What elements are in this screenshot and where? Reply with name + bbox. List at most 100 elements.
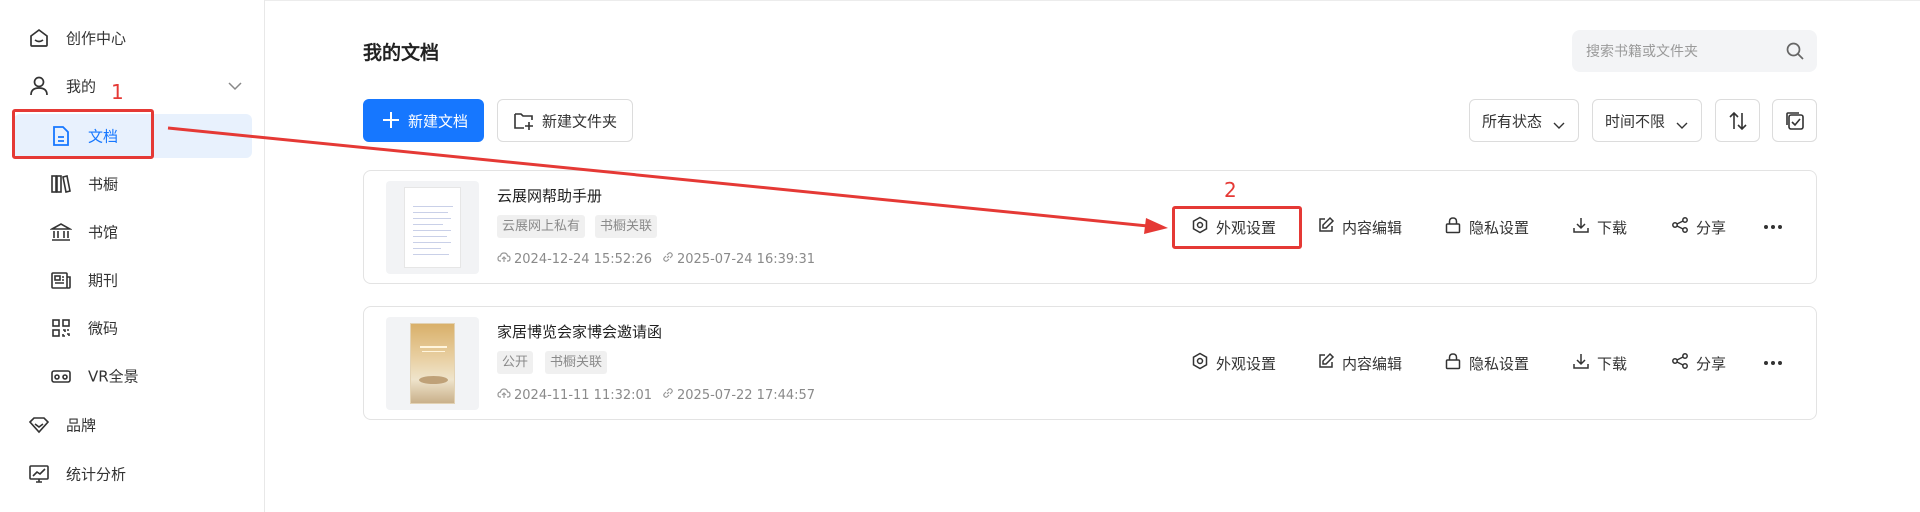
download-label: 下载 xyxy=(1597,218,1628,237)
sidebar-item-vr[interactable]: VR全景 xyxy=(0,354,265,398)
vr-icon xyxy=(49,364,73,388)
chevron-down-icon[interactable] xyxy=(227,77,243,95)
appearance-settings-button[interactable]: 外观设置 xyxy=(1191,348,1276,378)
annotation-number-step-1: 1 xyxy=(111,80,124,104)
created-time: 2024-11-11 11:32:01 xyxy=(497,387,652,403)
document-title[interactable]: 家居博览会家博会邀请函 xyxy=(497,321,662,342)
qrcode-icon xyxy=(49,316,73,340)
privacy-settings-button[interactable]: 隐私设置 xyxy=(1444,348,1529,378)
sort-icon xyxy=(1727,110,1749,136)
download-button[interactable]: 下载 xyxy=(1572,212,1627,242)
sidebar-item-label: 创作中心 xyxy=(66,29,127,48)
chart-icon xyxy=(27,462,51,486)
time-filter-dropdown[interactable]: 时间不限 xyxy=(1592,99,1702,142)
sidebar-item-label: VR全景 xyxy=(88,367,139,386)
privacy-settings-label: 隐私设置 xyxy=(1469,218,1530,237)
plus-icon xyxy=(381,110,401,134)
bookshelf-tag: 书橱关联 xyxy=(545,351,608,374)
content-edit-label: 内容编辑 xyxy=(1342,354,1403,373)
new-document-label: 新建文档 xyxy=(408,112,469,130)
batch-select-button[interactable] xyxy=(1772,99,1817,142)
document-thumbnail[interactable] xyxy=(386,181,479,274)
status-tag: 云展网上私有 xyxy=(497,215,586,238)
document-title[interactable]: 云展网帮助手册 xyxy=(497,185,602,206)
user-icon xyxy=(27,74,51,98)
share-icon xyxy=(1671,216,1689,238)
sort-button[interactable] xyxy=(1715,99,1760,142)
document-thumbnail-cover xyxy=(410,323,455,404)
chevron-down-icon xyxy=(1553,116,1565,134)
sidebar-item-bookshelf[interactable]: 书橱 xyxy=(0,162,265,206)
updated-time-value: 2025-07-24 16:39:31 xyxy=(677,251,816,267)
content-edit-button[interactable]: 内容编辑 xyxy=(1317,348,1402,378)
share-button[interactable]: 分享 xyxy=(1671,212,1726,242)
annotation-box-step-1 xyxy=(12,109,154,159)
share-label: 分享 xyxy=(1696,354,1727,373)
sidebar-item-label: 统计分析 xyxy=(66,465,127,484)
time-filter-label: 时间不限 xyxy=(1605,112,1666,130)
home-icon xyxy=(27,26,51,50)
sidebar-item-library[interactable]: 书馆 xyxy=(0,210,265,254)
library-icon xyxy=(49,220,73,244)
cloud-upload-icon xyxy=(497,387,511,403)
diamond-icon xyxy=(27,413,51,437)
sidebar-item-label: 书馆 xyxy=(88,223,119,242)
link-icon xyxy=(662,251,674,267)
download-icon xyxy=(1572,352,1590,374)
lock-icon xyxy=(1444,216,1462,238)
hexagon-settings-icon xyxy=(1191,352,1209,374)
edit-icon xyxy=(1317,216,1335,238)
link-icon xyxy=(662,387,674,403)
sidebar-item-label: 微码 xyxy=(88,319,119,338)
folder-add-icon xyxy=(513,111,535,135)
created-time-value: 2024-11-11 11:32:01 xyxy=(514,387,653,403)
journal-icon xyxy=(49,268,73,292)
search-icon[interactable] xyxy=(1785,41,1805,65)
new-document-button[interactable]: 新建文档 xyxy=(363,99,484,142)
annotation-box-step-2 xyxy=(1172,206,1302,249)
download-icon xyxy=(1572,216,1590,238)
page-title: 我的文档 xyxy=(363,42,440,64)
privacy-settings-label: 隐私设置 xyxy=(1469,354,1530,373)
sidebar-item-mine[interactable]: 我的 xyxy=(0,64,265,108)
sidebar-item-brand[interactable]: 品牌 xyxy=(0,403,265,447)
sidebar-item-label: 我的 xyxy=(66,77,97,96)
bookshelf-icon xyxy=(49,172,73,196)
content-edit-button[interactable]: 内容编辑 xyxy=(1317,212,1402,242)
share-icon xyxy=(1671,352,1689,374)
lock-icon xyxy=(1444,352,1462,374)
new-folder-button[interactable]: 新建文件夹 xyxy=(497,99,633,142)
sidebar-item-creation-center[interactable]: 创作中心 xyxy=(0,16,265,60)
more-icon[interactable] xyxy=(1764,225,1782,229)
content-edit-label: 内容编辑 xyxy=(1342,218,1403,237)
sidebar-item-microcode[interactable]: 微码 xyxy=(0,306,265,350)
sidebar-item-statistics[interactable]: 统计分析 xyxy=(0,452,265,496)
updated-time-value: 2025-07-22 17:44:57 xyxy=(677,387,816,403)
document-thumbnail-page xyxy=(404,187,461,268)
document-card[interactable]: 云展网帮助手册 云展网上私有 书橱关联 2024-12-24 15:52:26 … xyxy=(363,170,1817,284)
chevron-down-icon xyxy=(1676,116,1688,134)
top-divider xyxy=(0,0,1920,1)
search-placeholder: 搜索书籍或文件夹 xyxy=(1586,44,1698,60)
sidebar-item-label: 品牌 xyxy=(66,416,97,435)
download-button[interactable]: 下载 xyxy=(1572,348,1627,378)
sidebar: 创作中心 我的 文档 书橱 书馆 期刊 微码 VR全景 品牌 统计分析 xyxy=(0,0,265,512)
more-icon[interactable] xyxy=(1764,361,1782,365)
cloud-upload-icon xyxy=(497,251,511,267)
sidebar-item-journal[interactable]: 期刊 xyxy=(0,258,265,302)
updated-time: 2025-07-24 16:39:31 xyxy=(662,251,815,267)
new-folder-label: 新建文件夹 xyxy=(542,112,618,130)
annotation-number-step-2: 2 xyxy=(1224,178,1237,202)
status-filter-label: 所有状态 xyxy=(1482,112,1543,130)
checkbox-icon xyxy=(1784,110,1806,136)
share-button[interactable]: 分享 xyxy=(1671,348,1726,378)
created-time-value: 2024-12-24 15:52:26 xyxy=(514,251,653,267)
search-input[interactable]: 搜索书籍或文件夹 xyxy=(1572,30,1817,72)
privacy-settings-button[interactable]: 隐私设置 xyxy=(1444,212,1529,242)
status-filter-dropdown[interactable]: 所有状态 xyxy=(1469,99,1579,142)
document-card[interactable]: 家居博览会家博会邀请函 公开 书橱关联 2024-11-11 11:32:01 … xyxy=(363,306,1817,420)
document-thumbnail[interactable] xyxy=(386,317,479,410)
appearance-settings-label: 外观设置 xyxy=(1216,354,1277,373)
edit-icon xyxy=(1317,352,1335,374)
sidebar-item-label: 期刊 xyxy=(88,271,119,290)
